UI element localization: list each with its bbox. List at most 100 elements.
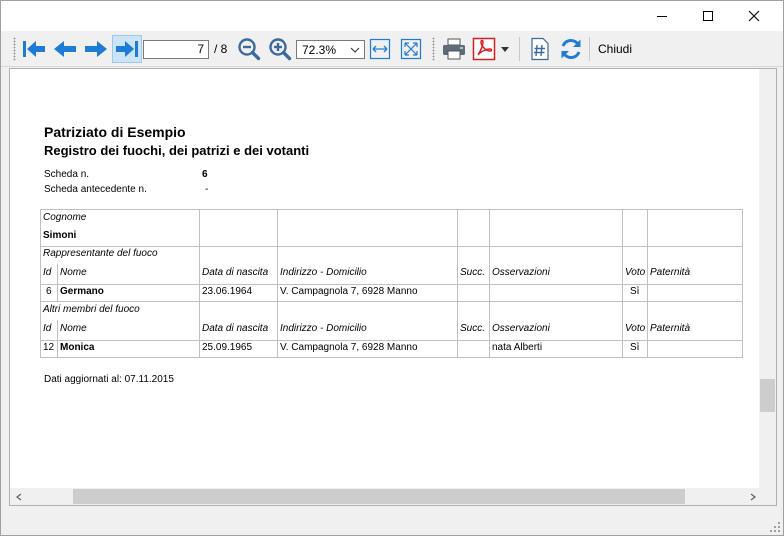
printer-icon <box>443 38 465 60</box>
page-total-label: / 8 <box>214 42 228 56</box>
zoom-out-icon <box>238 38 261 61</box>
col-header-succ: Succ. <box>460 267 486 278</box>
antecedente-value: - <box>205 184 209 195</box>
data-updated-note: Dati aggiornati al: 07.11.2015 <box>44 374 174 385</box>
scheda-value: 6 <box>202 169 208 180</box>
table-rule <box>40 246 743 247</box>
col-header-nome: Nome <box>60 323 87 334</box>
vertical-scroll-thumb[interactable] <box>760 379 775 412</box>
rappresentante-label: Rappresentante del fuoco <box>43 248 158 259</box>
zoom-level-value: 72.3% <box>302 43 337 57</box>
register-table: Cognome Simoni Rappresentante del fuoco … <box>40 209 743 358</box>
report-viewer-window: 7 / 8 72.3% Chiudi Patriziato di Esempio… <box>0 0 784 536</box>
col-header-nome: Nome <box>60 267 87 278</box>
next-page-button[interactable] <box>81 35 111 63</box>
col-rule <box>277 209 278 302</box>
table-row-cell-voto: Sì <box>630 286 640 297</box>
zoom-in-button[interactable] <box>267 35 293 63</box>
horizontal-scrollbar[interactable] <box>10 488 761 505</box>
col-header-id: Id <box>43 267 52 278</box>
resize-grip-icon[interactable] <box>769 521 781 533</box>
table-border-right <box>742 209 743 358</box>
maximize-icon <box>703 11 713 21</box>
col-header-osservazioni: Osservazioni <box>492 267 550 278</box>
table-border-left <box>40 209 41 358</box>
table-row-cell-indirizzo: V. Campagnola 7, 6928 Manno <box>280 286 418 297</box>
col-header-voto: Voto <box>625 323 646 334</box>
col-rule <box>489 301 490 358</box>
col-rule <box>457 209 458 302</box>
document-viewport[interactable]: Patriziato di Esempio Registro dei fuoch… <box>9 68 777 506</box>
hash-document-icon <box>531 37 549 61</box>
close-report-button[interactable]: Chiudi <box>598 42 632 56</box>
table-rule <box>40 340 743 341</box>
first-page-icon <box>23 41 45 57</box>
refresh-icon <box>561 38 581 60</box>
col-header-id: Id <box>43 323 52 334</box>
print-button[interactable] <box>439 35 469 63</box>
previous-page-button[interactable] <box>50 35 80 63</box>
table-rule <box>40 284 743 285</box>
fit-width-icon <box>369 38 391 60</box>
table-row-cell-id: 6 <box>46 286 52 297</box>
col-rule <box>199 301 200 358</box>
vertical-scrollbar[interactable] <box>759 69 776 490</box>
antecedente-label: Scheda antecedente n. <box>44 184 147 195</box>
export-options-dropdown[interactable] <box>499 35 511 63</box>
toolbar: 7 / 8 72.3% Chiudi <box>1 31 783 67</box>
close-icon <box>748 10 760 22</box>
zoom-out-button[interactable] <box>236 35 262 63</box>
page-number-input[interactable]: 7 <box>143 40 209 59</box>
close-window-button[interactable] <box>731 1 777 31</box>
chevron-down-icon <box>348 41 362 58</box>
toolbar-separator <box>519 37 520 61</box>
refresh-button[interactable] <box>557 35 585 63</box>
minimize-icon <box>657 16 667 17</box>
cognome-value: Simoni <box>43 230 77 241</box>
table-row-cell-nascita: 25.09.1965 <box>202 342 253 353</box>
scroll-left-button[interactable] <box>10 488 27 505</box>
next-page-icon <box>85 41 107 57</box>
table-row-cell-nome: Monica <box>60 342 95 353</box>
col-rule <box>457 301 458 358</box>
col-rule <box>622 209 623 302</box>
col-header-indirizzo: Indirizzo - Domicilio <box>280 323 367 334</box>
col-rule <box>622 301 623 358</box>
col-rule <box>647 301 648 358</box>
col-rule <box>489 209 490 302</box>
zoom-in-icon <box>269 38 292 61</box>
col-header-paternita: Paternità <box>650 323 691 334</box>
col-header-nascita: Data di nascita <box>202 323 269 334</box>
zoom-level-select[interactable]: 72.3% <box>296 40 365 59</box>
col-rule <box>277 301 278 358</box>
col-rule <box>57 320 58 358</box>
chevron-left-icon <box>15 493 21 500</box>
table-border-bottom <box>40 357 743 358</box>
col-header-indirizzo: Indirizzo - Domicilio <box>280 267 367 278</box>
status-bar <box>1 511 783 535</box>
col-header-nascita: Data di nascita <box>202 267 269 278</box>
table-row-cell-indirizzo: V. Campagnola 7, 6928 Manno <box>280 342 418 353</box>
toolbar-grip-2[interactable] <box>432 37 435 61</box>
export-pdf-button[interactable] <box>471 35 497 63</box>
col-rule <box>57 264 58 302</box>
title-bar <box>1 1 783 31</box>
table-border-top <box>40 209 743 210</box>
first-page-button[interactable] <box>19 35 49 63</box>
last-page-button[interactable] <box>112 35 142 63</box>
col-header-succ: Succ. <box>460 323 486 334</box>
chevron-right-icon <box>750 493 756 500</box>
fit-width-button[interactable] <box>368 35 392 63</box>
minimize-button[interactable] <box>639 1 685 31</box>
hash-button[interactable] <box>527 35 553 63</box>
horizontal-scroll-thumb[interactable] <box>73 489 685 504</box>
fit-page-button[interactable] <box>399 35 423 63</box>
col-rule <box>647 209 648 302</box>
table-row-cell-nascita: 23.06.1964 <box>202 286 253 297</box>
previous-page-icon <box>54 41 76 57</box>
toolbar-grip[interactable] <box>13 37 16 61</box>
col-header-voto: Voto <box>625 267 646 278</box>
table-row-cell-nome: Germano <box>60 286 104 297</box>
maximize-button[interactable] <box>685 1 731 31</box>
scheda-label: Scheda n. <box>44 169 90 180</box>
